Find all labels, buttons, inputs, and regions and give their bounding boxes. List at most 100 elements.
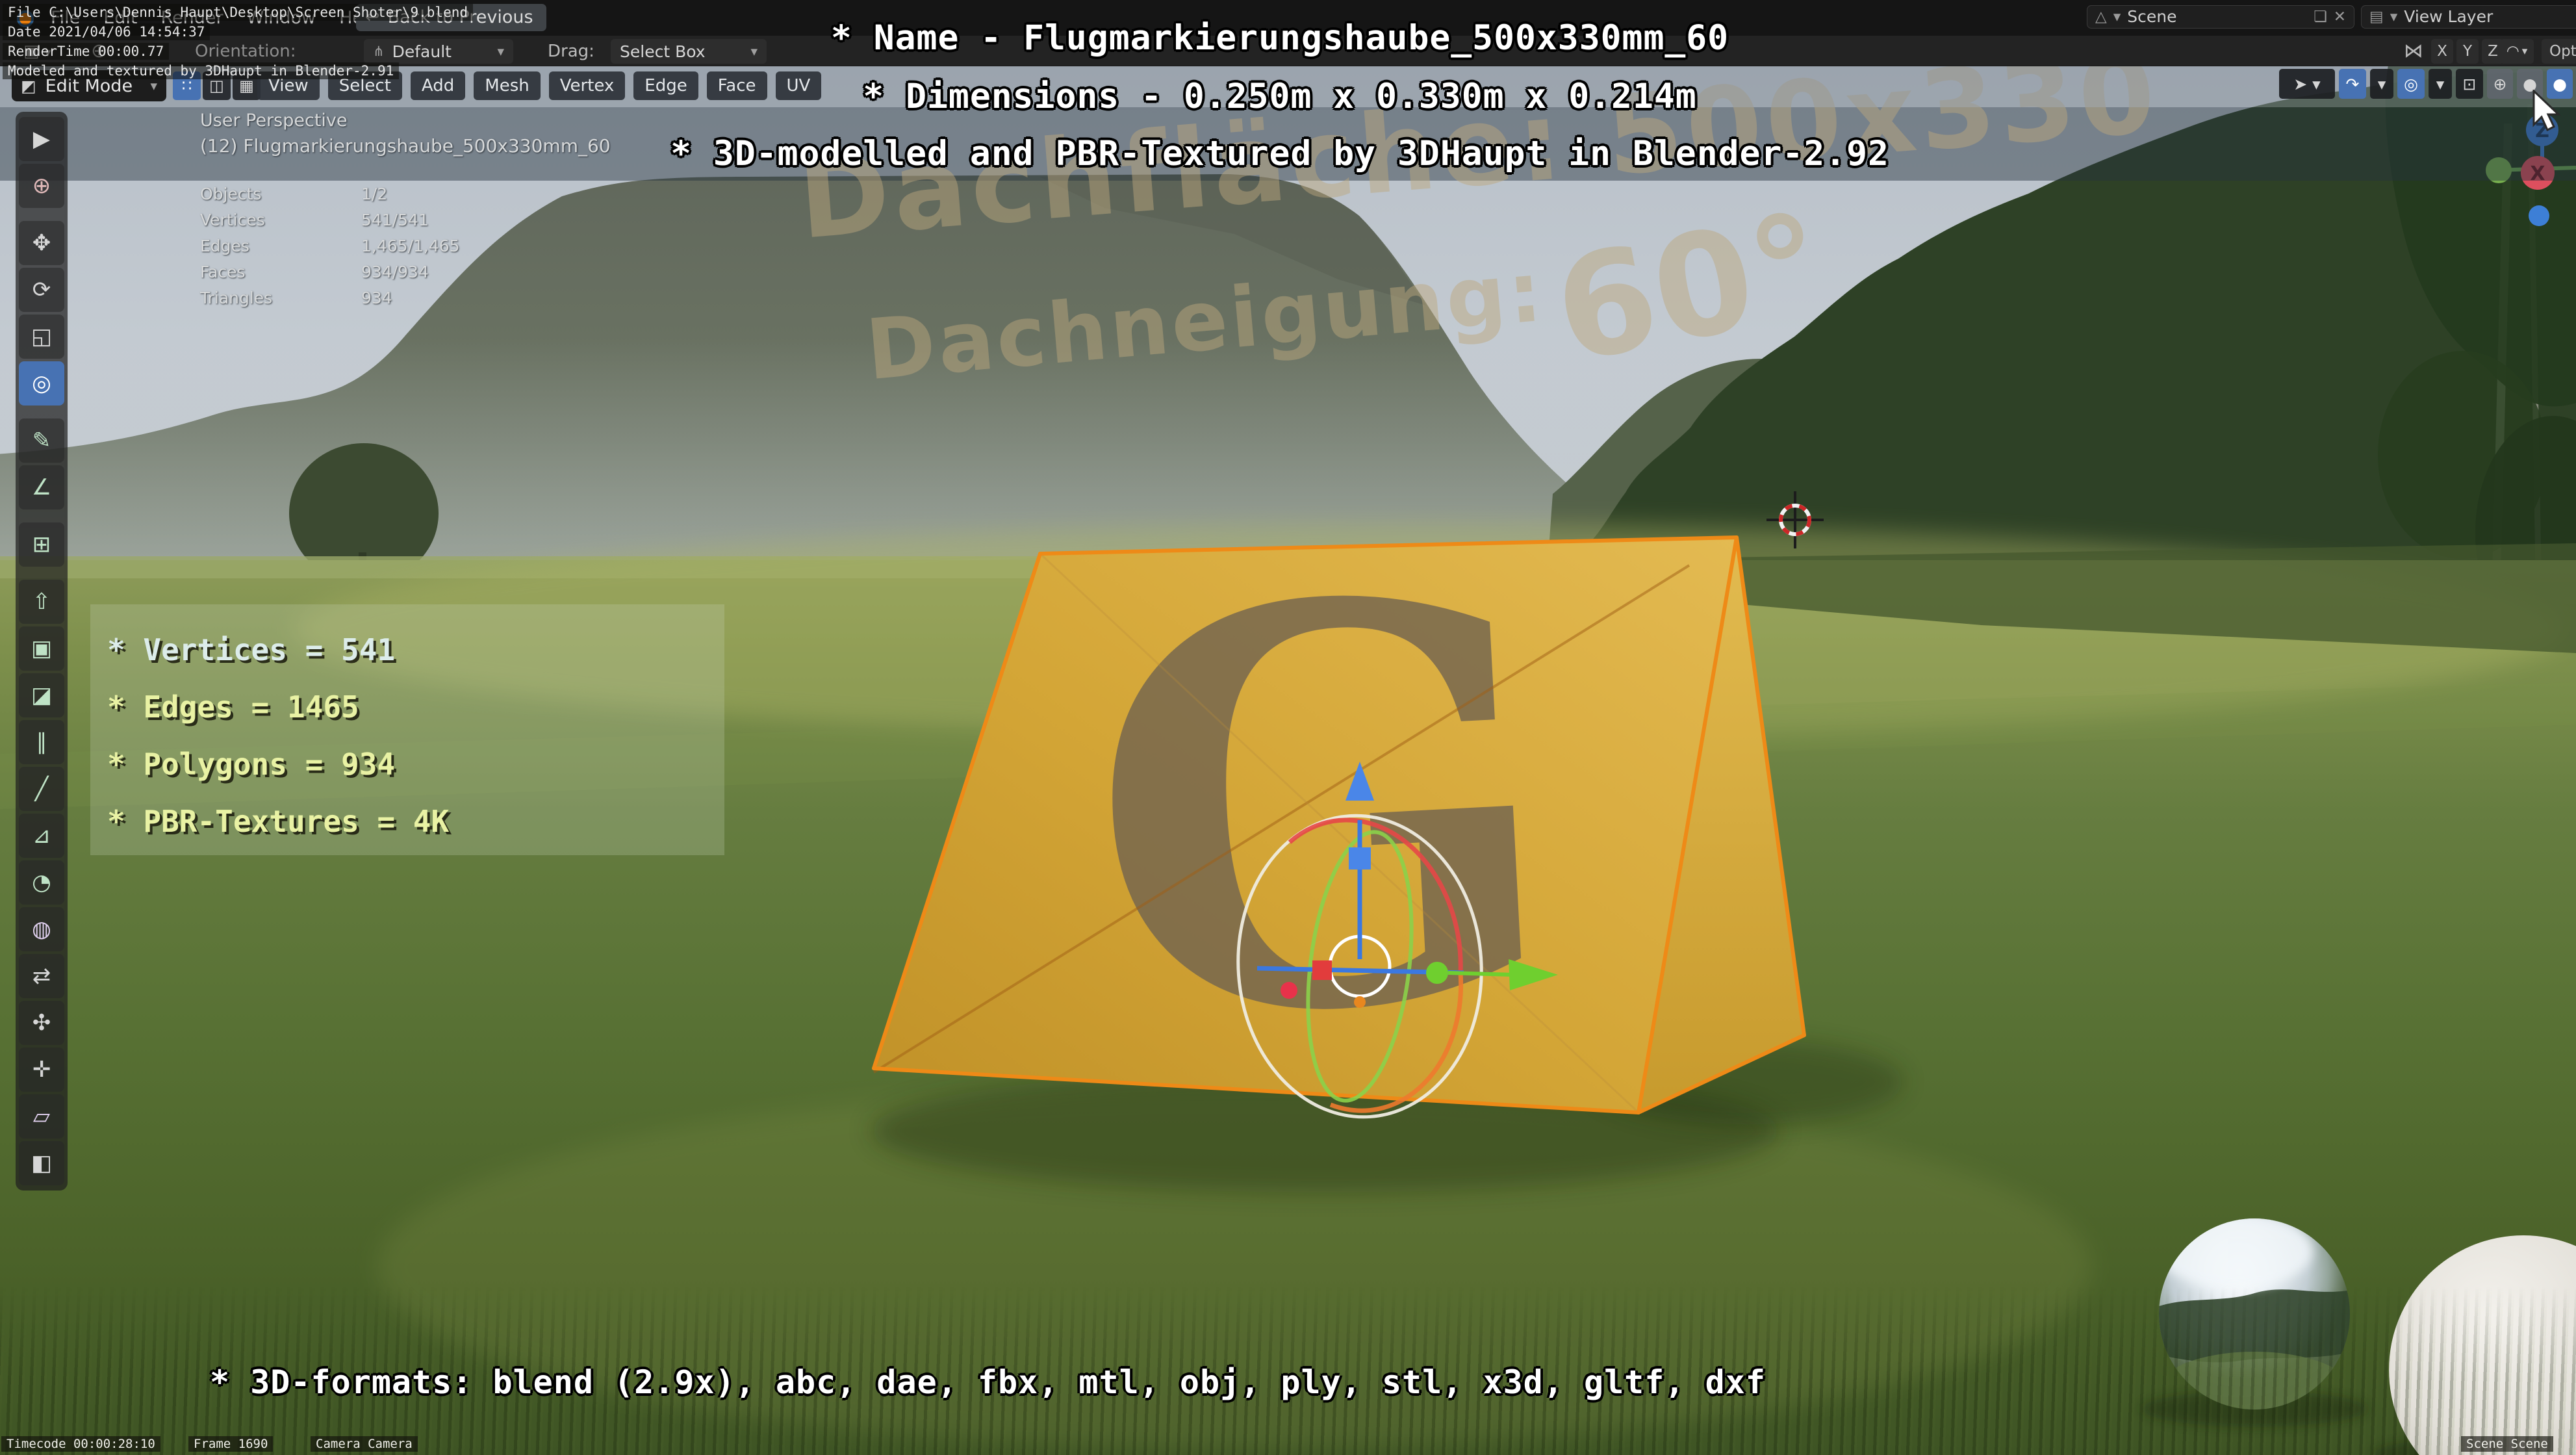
gizmos-chevron[interactable]: ▾	[2370, 69, 2393, 99]
drag-chevron-icon: ▾	[750, 44, 758, 59]
mirror-y-toggle[interactable]: Y	[2456, 39, 2479, 64]
mirror-axis-toggles: XYZ	[2431, 39, 2504, 64]
mirror-x-toggle[interactable]: X	[2431, 39, 2453, 64]
viewport-menu-mesh[interactable]: Mesh	[474, 71, 540, 100]
options-button[interactable]: Options	[2542, 39, 2576, 64]
orientation-label: Orientation:	[195, 42, 296, 61]
tool-spin[interactable]: ◔	[19, 860, 64, 905]
tool-transform[interactable]: ◎	[19, 361, 64, 406]
falloff-dropdown[interactable]: ◠▾	[2500, 39, 2534, 64]
tool-bevel[interactable]: ◪	[19, 673, 64, 717]
unlink-scene-icon[interactable]: ✕	[2334, 6, 2346, 28]
stats-value: 934/934	[361, 259, 429, 285]
tool-cursor[interactable]: ⊕	[19, 164, 64, 208]
stats-value: 1,465/1,465	[361, 233, 460, 259]
tool-poly-build[interactable]: ⊿	[19, 814, 64, 858]
tool-smooth[interactable]: ◍	[19, 907, 64, 951]
blender-window: G	[0, 0, 2576, 1455]
info-line-0: * Vertices = 541	[107, 621, 724, 678]
stats-row-edges: Edges1,465/1,465	[200, 233, 611, 259]
overlay-title-name: * Name - Flugmarkierungshaube_500x330mm_…	[831, 18, 1729, 58]
active-object-label: (12) Flugmarkierungshaube_500x330mm_60	[200, 135, 611, 157]
overlays-chevron[interactable]: ▾	[2429, 69, 2452, 99]
viewport-menu-uv[interactable]: UV	[776, 71, 822, 100]
gizmo-origin-dot	[1354, 996, 1366, 1008]
viewport-menu-face[interactable]: Face	[707, 71, 767, 100]
scene-name: Scene	[2127, 6, 2176, 28]
stamp-frame: Frame 1690	[188, 1436, 273, 1452]
stamp-rendertime: RenderTime 00:00.77	[3, 43, 169, 60]
stats-row-objects: Objects1/2	[200, 181, 611, 207]
orientation-chevron-icon: ▾	[497, 44, 504, 59]
viewport-menu-edge[interactable]: Edge	[633, 71, 698, 100]
gizmos-toggle[interactable]: ↷	[2339, 69, 2366, 99]
axis-minus-z-ball[interactable]	[2529, 205, 2549, 226]
tool-select-box[interactable]: ▶	[19, 117, 64, 161]
mirror-icon: ⋈	[2404, 40, 2423, 62]
stamp-note: Modeled and textured by 3DHaupt in Blend…	[3, 62, 399, 79]
axis-icon: ⋔	[373, 44, 385, 59]
viewport-menu-add[interactable]: Add	[411, 71, 465, 100]
info-line-1: * Edges = 1465	[107, 678, 724, 736]
stamp-file: File C:\Users\Dennis Haupt\Desktop\Scree…	[3, 4, 473, 21]
scene-chevron-icon: ▾	[2113, 6, 2121, 28]
gizmo-x-handle[interactable]	[1312, 960, 1332, 980]
stats-value: 934	[361, 285, 392, 311]
tool-inset-faces[interactable]: ▣	[19, 626, 64, 671]
mode-chevron-icon: ▾	[150, 78, 157, 94]
stamp-camera: Camera Camera	[311, 1436, 418, 1452]
tool-move[interactable]: ✥	[19, 221, 64, 265]
drag-label: Drag:	[548, 42, 594, 61]
model-info-box: * Vertices = 541* Edges = 1465* Polygons…	[90, 604, 724, 855]
stats-value: 1/2	[361, 181, 387, 207]
mouse-cursor	[2532, 90, 2566, 135]
info-line-3: * PBR-Textures = 4K	[107, 793, 724, 850]
gizmo-x-dot[interactable]	[1281, 982, 1297, 999]
view-layer-icon: ▤	[2369, 6, 2384, 28]
tool-measure[interactable]: ∠	[19, 465, 64, 509]
gizmo-y-handle[interactable]	[1426, 962, 1448, 984]
stats-value: 541/541	[361, 207, 429, 233]
view-layer-selector[interactable]: ▤ ▾ View Layer	[2361, 5, 2576, 29]
scene-icon: △	[2095, 6, 2107, 28]
view-layer-name: View Layer	[2404, 6, 2493, 28]
viewport-menu-vertex[interactable]: Vertex	[549, 71, 626, 100]
tool-loop-cut[interactable]: ∥	[19, 720, 64, 764]
tool-scale[interactable]: ◱	[19, 315, 64, 359]
stamp-timecode: Timecode 00:00:28:10	[1, 1436, 160, 1452]
gizmo-z-handle[interactable]	[1349, 847, 1371, 869]
stats-label: Vertices	[200, 207, 361, 233]
tool-add-cube[interactable]: ⊞	[19, 522, 64, 567]
tool-push-pull[interactable]: ✛	[19, 1048, 64, 1092]
viewport-stats: User Perspective (12) Flugmarkierungshau…	[200, 110, 611, 311]
stats-rows: Objects1/2Vertices541/541Edges1,465/1,46…	[200, 181, 611, 311]
tool-shear[interactable]: ▱	[19, 1094, 64, 1139]
new-scene-icon[interactable]: ❏	[2314, 6, 2327, 28]
xray-toggle[interactable]: ⊡	[2456, 69, 2483, 99]
view-layer-chevron-icon: ▾	[2390, 6, 2398, 28]
stats-row-faces: Faces934/934	[200, 259, 611, 285]
shading-wireframe[interactable]: ⊕	[2487, 69, 2513, 99]
drag-dropdown[interactable]: Select Box ▾	[611, 39, 767, 64]
tool-rotate[interactable]: ⟳	[19, 268, 64, 312]
show-gizmo-dropdown[interactable]: ➤ ▾	[2279, 69, 2335, 99]
tool-shrink-fatten[interactable]: ✣	[19, 1001, 64, 1045]
stamp-date: Date 2021/04/06 14:54:37	[3, 23, 210, 40]
orientation-dropdown[interactable]: ⋔ Default ▾	[364, 39, 513, 64]
gizmo-y-axis	[1448, 973, 1514, 975]
stats-row-vertices: Vertices541/541	[200, 207, 611, 233]
stats-label: Triangles	[200, 285, 361, 311]
overlay-title-dimensions: * Dimensions - 0.250m x 0.330m x 0.214m	[863, 77, 1696, 116]
stats-label: Edges	[200, 233, 361, 259]
viewport-header-right-icons: ➤ ▾↷▾◎▾⊡⊕●●◑	[2279, 69, 2576, 99]
tool-extrude-region[interactable]: ⇧	[19, 580, 64, 624]
stats-label: Objects	[200, 181, 361, 207]
view-perspective-label: User Perspective	[200, 110, 611, 131]
scene-selector[interactable]: △ ▾ Scene ❏ ✕	[2087, 5, 2354, 29]
tool-edge-slide[interactable]: ⇄	[19, 954, 64, 998]
stats-label: Faces	[200, 259, 361, 285]
overlays-toggle[interactable]: ◎	[2397, 69, 2425, 99]
tool-knife[interactable]: ╱	[19, 767, 64, 811]
tool-rip-region[interactable]: ◧	[19, 1141, 64, 1185]
tool-annotate[interactable]: ✎	[19, 418, 64, 463]
